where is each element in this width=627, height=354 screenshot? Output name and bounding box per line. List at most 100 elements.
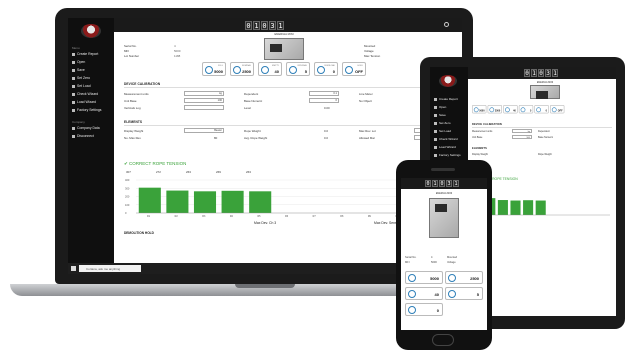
device-title: ENERGIA MINI — [435, 192, 453, 195]
chart-bar — [138, 187, 161, 213]
sidebar-item-open[interactable]: Open — [434, 105, 474, 109]
wand-icon — [72, 92, 75, 96]
plug-icon — [72, 134, 75, 138]
tension-chart-svg: 4003002001000R1R2R3R4R5R6R7R8R9R10 — [125, 178, 412, 218]
tension-title: ✔ CORRECT ROPE TENSION — [124, 161, 186, 167]
counter-display: 0 1 0 3 1 — [524, 69, 558, 77]
wand-icon — [434, 145, 437, 149]
field-label: Allowed Mar — [359, 136, 375, 140]
x-tick-label: R3 — [202, 215, 206, 218]
sidebar-item-load-wizard[interactable]: Load Wizard — [72, 100, 112, 104]
field-label: Measurement units — [472, 130, 493, 133]
sidebar-item-factory-settings[interactable]: Factory Settings — [72, 108, 112, 112]
sidebar-item-check-wizard[interactable]: Check Wizard — [72, 92, 112, 96]
gauge-empty: 40 — [503, 105, 518, 114]
device-image — [429, 198, 459, 238]
sidebar-item-set-load[interactable]: Set Load — [72, 84, 112, 88]
device-image — [264, 38, 304, 60]
gauge-value: 0 — [545, 109, 547, 113]
field-label: Lot Number — [124, 54, 140, 58]
field-label: No. Max Rev. — [124, 136, 142, 140]
sidebar-item-set-load[interactable]: Set Load — [434, 129, 474, 133]
gauge-value: 5 — [476, 292, 479, 297]
sidebar-item-set-zero[interactable]: Set Zero — [72, 76, 112, 80]
counter-digit: 0 — [425, 180, 431, 187]
sidebar-item-factory-settings[interactable]: Factory Settings — [434, 153, 474, 157]
gauge-label: HOLD — [357, 65, 363, 67]
chart-bar — [510, 200, 521, 215]
measurement-units-field[interactable]: kg — [512, 129, 532, 133]
display-weight-select[interactable]: Bearer — [184, 128, 224, 133]
sidebar-item-check-wizard[interactable]: Check Wizard — [434, 137, 474, 141]
gauge-interval: 5 — [445, 287, 483, 300]
building-icon — [72, 126, 75, 130]
field-value: 4 — [431, 256, 433, 259]
gauge-ring-icon — [536, 107, 541, 113]
tension-header-value: 263 — [186, 170, 191, 174]
gauge-hold: OFF — [550, 105, 565, 114]
y-tick-label: 400 — [125, 178, 130, 182]
sidebar-item-load-wizard[interactable]: Load Wizard — [434, 145, 474, 149]
elements-title: ELEMENTS — [472, 147, 487, 150]
gauge-ring-icon — [261, 66, 269, 74]
gauge-full: FULL 5000 — [202, 62, 226, 76]
gauge-ring-icon — [520, 107, 526, 113]
sidebar-item-create-report[interactable]: Create Report — [434, 97, 474, 101]
settings-icon[interactable] — [444, 22, 449, 27]
tension-header-value: 269 — [216, 170, 221, 174]
phone-screen: 0 1 0 3 1 ENERGIA MINI Serial No. 4 Moun… — [401, 178, 487, 330]
gauge-ring-icon — [473, 107, 479, 113]
gear-icon — [72, 108, 75, 112]
verticals-log-field[interactable] — [184, 105, 224, 110]
sidebar-item-label: Open — [77, 60, 86, 64]
unit-base-field[interactable]: 100 — [512, 135, 532, 139]
tension-chart: 4003002001000R1R2R3R4R5R6R7R8R9R10 — [124, 178, 414, 218]
unit-base-field[interactable]: 100 — [184, 98, 224, 103]
tablet-tension-chart — [484, 198, 610, 216]
field-label: Unit Base — [124, 99, 137, 103]
gauge-ring-icon — [489, 107, 495, 113]
field-value: 0.00 — [324, 106, 330, 110]
sidebar-item-label: Set Load — [77, 84, 91, 88]
field-label: Display Weight — [124, 129, 144, 133]
gauge-row: FULL 5000 NOMINAL 2500 EMPTY 40 INTERVAL 5 O… — [202, 62, 366, 76]
field-label: Unit Base — [472, 136, 483, 139]
gauge-value: 40 — [513, 109, 516, 113]
chart-bar — [497, 200, 508, 215]
x-tick-label: R7 — [313, 215, 317, 218]
gauge-value: 0 — [436, 308, 439, 313]
measurement-units-field[interactable]: kg — [184, 91, 224, 96]
gauge-empty: 40 — [405, 287, 443, 300]
dependent-field[interactable]: 0.1 — [309, 91, 339, 96]
counter-display: 0 1 0 3 1 — [425, 180, 459, 187]
counter-digit: 3 — [545, 69, 551, 77]
sidebar-item-save[interactable]: Save — [72, 68, 112, 72]
field-value: 0.0 — [324, 129, 329, 133]
sidebar-item-label: Load Wizard — [439, 145, 456, 149]
wand-icon — [72, 100, 75, 104]
field-label: Dependent — [538, 130, 550, 133]
brand-logo — [439, 75, 457, 87]
sidebar-item-label: Open — [439, 105, 447, 109]
sidebar-item-company-data[interactable]: Company Data — [72, 126, 112, 130]
sidebar-item-set-zero[interactable]: Set Zero — [434, 121, 474, 125]
gauge-label: FULL — [218, 65, 223, 67]
gauge-value: 5 — [530, 109, 532, 113]
base-numeric-field[interactable]: 0 — [309, 98, 339, 103]
x-tick-label: R9 — [368, 215, 372, 218]
gauge-empty: EMPTY 40 — [258, 62, 282, 76]
taskbar-search-input[interactable]: Cortana, ask me anything — [79, 265, 141, 272]
windows-start-icon[interactable] — [71, 266, 76, 271]
gauge-ring-icon — [408, 290, 416, 298]
sidebar-item-open[interactable]: Open — [72, 60, 112, 64]
chart-bar — [249, 191, 272, 213]
sidebar-item-label: Set Zero — [77, 76, 91, 80]
sidebar-item-label: Set Load — [439, 129, 452, 133]
field-label: Base Numeric — [244, 99, 263, 103]
phone-home-button[interactable] — [432, 334, 454, 346]
sidebar-item-label: Load Wizard — [77, 100, 97, 104]
sidebar-item-disconnect[interactable]: Disconnect — [72, 134, 112, 138]
sidebar-item-save[interactable]: Save — [434, 113, 474, 117]
load-icon — [434, 129, 437, 133]
sidebar-item-create-report[interactable]: Create Report — [72, 52, 112, 56]
